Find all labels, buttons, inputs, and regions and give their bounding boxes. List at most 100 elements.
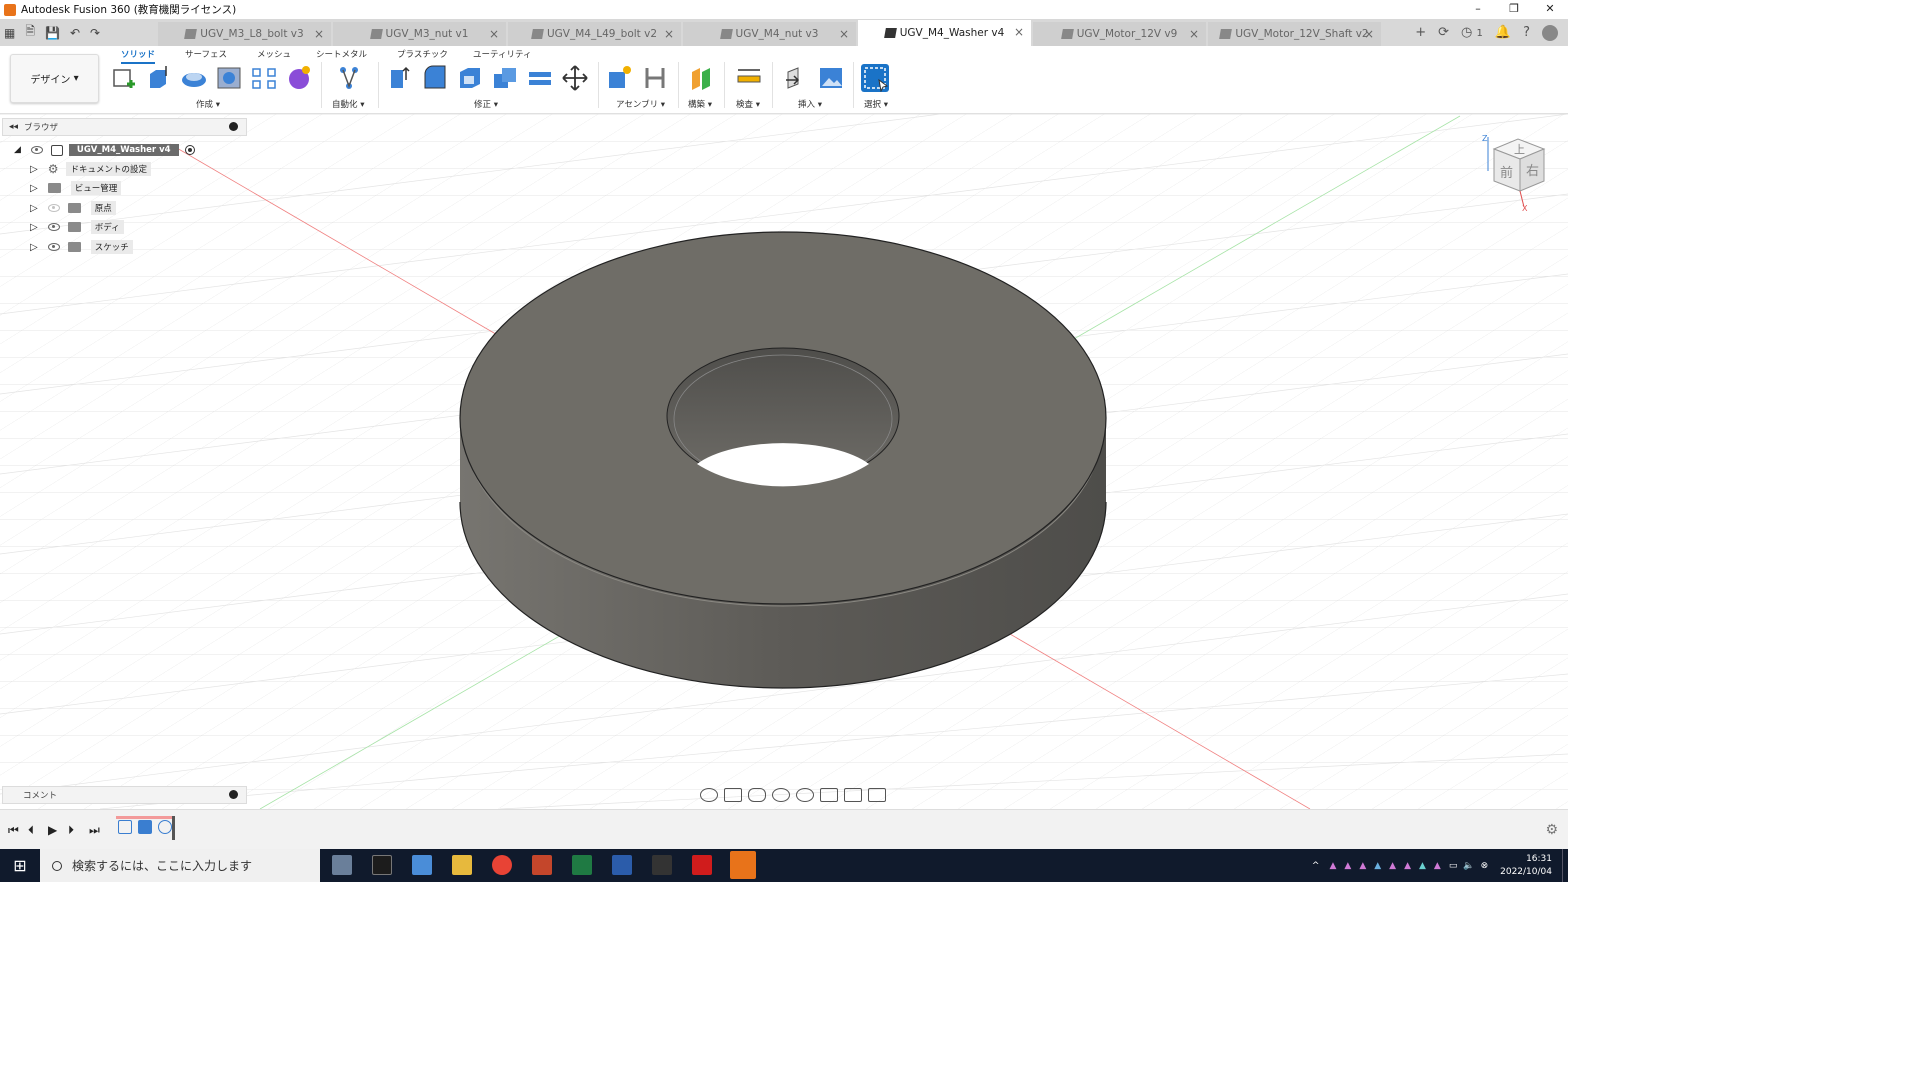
select-tool-icon[interactable] — [861, 64, 889, 93]
close-tab-icon[interactable]: × — [1014, 25, 1024, 39]
offset-face-icon[interactable] — [526, 64, 554, 92]
browser-item-bodies[interactable]: ▷ ボディ — [30, 218, 124, 236]
press-pull-icon[interactable] — [386, 64, 414, 92]
3d-viewport[interactable] — [0, 114, 1568, 809]
close-tab-icon[interactable]: × — [839, 27, 849, 41]
taskbar-search-input[interactable]: 検索するには、ここに入力します — [40, 849, 320, 882]
file-explorer-icon[interactable] — [452, 855, 472, 875]
tray-app-icon[interactable]: ▲ — [1434, 861, 1441, 871]
document-tab-active[interactable]: UGV_M4_Washer v4 × — [858, 20, 1031, 46]
play-icon[interactable]: ▶ — [48, 823, 57, 837]
comments-add-icon[interactable] — [229, 790, 238, 799]
document-tab[interactable]: UGV_Motor_12V_Shaft v2 × — [1208, 22, 1381, 46]
tray-app-icon[interactable]: ▲ — [1359, 861, 1366, 871]
browser-item-sketches[interactable]: ▷ スケッチ — [30, 238, 133, 256]
visibility-eye-icon[interactable] — [30, 146, 43, 154]
tray-app-icon[interactable]: ▲ — [1374, 861, 1381, 871]
tab-solid[interactable]: ソリッド — [121, 48, 156, 64]
move-copy-icon[interactable] — [561, 64, 589, 92]
browser-item-origin[interactable]: ▷ 原点 — [30, 199, 116, 217]
save-icon[interactable]: 💾 — [45, 26, 60, 40]
browser-pin-icon[interactable] — [229, 122, 238, 131]
automate-icon[interactable] — [335, 64, 363, 92]
network-icon[interactable]: ▭ — [1449, 861, 1458, 871]
terminal-app-icon[interactable] — [372, 855, 392, 875]
minimize-button[interactable]: – — [1460, 0, 1496, 19]
data-panel-grid-icon[interactable]: ▦ — [4, 26, 15, 40]
redo-icon[interactable]: ↷ — [90, 26, 100, 40]
combine-icon[interactable] — [491, 64, 519, 92]
word-icon[interactable] — [612, 855, 632, 875]
excel-icon[interactable] — [572, 855, 592, 875]
help-icon[interactable]: ? — [1523, 25, 1530, 40]
undo-icon[interactable]: ↶ — [70, 26, 80, 40]
go-to-start-icon[interactable]: ⏮ — [8, 823, 19, 838]
hole-icon[interactable] — [215, 64, 243, 92]
bell-icon[interactable]: 🔔 — [1495, 25, 1511, 40]
solidworks-icon[interactable] — [692, 855, 712, 875]
close-tab-icon[interactable]: × — [1364, 27, 1374, 41]
new-component-icon[interactable] — [606, 64, 634, 92]
group-insert-label[interactable]: 挿入 ▾ — [798, 98, 822, 110]
expand-icon[interactable]: ▷ — [30, 222, 38, 233]
create-form-icon[interactable] — [285, 64, 313, 92]
group-construct-label[interactable]: 構築 ▾ — [688, 98, 712, 110]
visibility-eye-icon[interactable] — [47, 243, 60, 251]
chrome-icon[interactable] — [492, 855, 512, 875]
display-settings-icon[interactable] — [820, 788, 838, 802]
ime-icon[interactable]: ⊗ — [1481, 861, 1489, 871]
timeline-extrude-feature-icon[interactable] — [138, 820, 152, 834]
active-radio-icon[interactable] — [184, 145, 195, 155]
expand-root-icon[interactable]: ◢ — [14, 145, 21, 155]
restore-button[interactable]: ❐ — [1496, 0, 1532, 19]
expand-icon[interactable]: ▷ — [30, 242, 38, 253]
show-desktop-button[interactable] — [1562, 849, 1568, 882]
joint-icon[interactable] — [641, 64, 669, 92]
step-back-icon[interactable]: ⏴ — [28, 823, 34, 838]
browser-root-item[interactable]: ◢ UGV_M4_Washer v4 — [14, 141, 195, 159]
tray-app-icon[interactable]: ▲ — [1404, 861, 1411, 871]
group-create-label[interactable]: 作成 ▾ — [196, 98, 220, 110]
close-tab-icon[interactable]: × — [489, 27, 499, 41]
pattern-icon[interactable] — [250, 64, 278, 92]
fit-icon[interactable] — [796, 788, 814, 802]
workspace-switcher-button[interactable]: デザイン ▾ — [10, 54, 99, 103]
tray-overflow-icon[interactable]: ^ — [1312, 861, 1320, 871]
timeline-fillet-feature-icon[interactable] — [158, 820, 172, 834]
zoom-icon[interactable] — [772, 788, 790, 802]
step-forward-icon[interactable]: ⏵ — [68, 823, 74, 838]
file-menu-icon[interactable]: 🗎 — [25, 22, 35, 43]
group-select-label[interactable]: 選択 ▾ — [864, 98, 888, 110]
close-window-button[interactable]: ✕ — [1532, 0, 1568, 19]
group-automate-label[interactable]: 自動化 ▾ — [332, 98, 364, 110]
tab-utility[interactable]: ユーティリティ — [473, 48, 531, 60]
notes-app-icon[interactable] — [412, 855, 432, 875]
tray-app-icon[interactable]: ▲ — [1419, 861, 1426, 871]
expand-icon[interactable]: ▷ — [30, 203, 38, 214]
document-tab[interactable]: UGV_Motor_12V v9 × — [1033, 22, 1206, 46]
insert-canvas-icon[interactable] — [817, 64, 845, 92]
document-tab[interactable]: UGV_M3_nut v1 × — [333, 22, 506, 46]
comments-panel[interactable]: コメント — [2, 786, 247, 804]
viewcube[interactable]: Z X 上 前 右 — [1478, 131, 1558, 211]
job-status-icon[interactable]: ⟳ — [1438, 25, 1449, 40]
group-modify-label[interactable]: 修正 ▾ — [474, 98, 498, 110]
fillet-icon[interactable] — [421, 64, 449, 92]
powerpoint-icon[interactable] — [532, 855, 552, 875]
pan-hand-icon[interactable] — [748, 788, 766, 802]
browser-item-named-views[interactable]: ▷ ビュー管理 — [30, 179, 122, 197]
hidden-eye-icon[interactable] — [47, 204, 60, 212]
expand-icon[interactable]: ▷ — [30, 164, 38, 175]
volume-icon[interactable]: 🔈 — [1463, 861, 1474, 871]
browser-item-document-settings[interactable]: ▷ ⚙ ドキュメントの設定 — [30, 160, 151, 178]
tab-plastic[interactable]: プラスチック — [397, 48, 448, 60]
timeline-marker[interactable] — [172, 816, 175, 840]
taskbar-clock[interactable]: 16:31 2022/10/04 — [1500, 853, 1552, 879]
create-sketch-icon[interactable] — [110, 64, 138, 92]
revolve-icon[interactable] — [180, 64, 208, 92]
close-tab-icon[interactable]: × — [314, 27, 324, 41]
browser-panel-header[interactable]: ◂◂ ブラウザ — [2, 118, 247, 136]
collapse-browser-icon[interactable]: ◂◂ — [9, 122, 18, 132]
timeline-settings-gear-icon[interactable]: ⚙ — [1545, 822, 1558, 838]
windows-start-icon[interactable]: ⊞ — [0, 849, 40, 882]
